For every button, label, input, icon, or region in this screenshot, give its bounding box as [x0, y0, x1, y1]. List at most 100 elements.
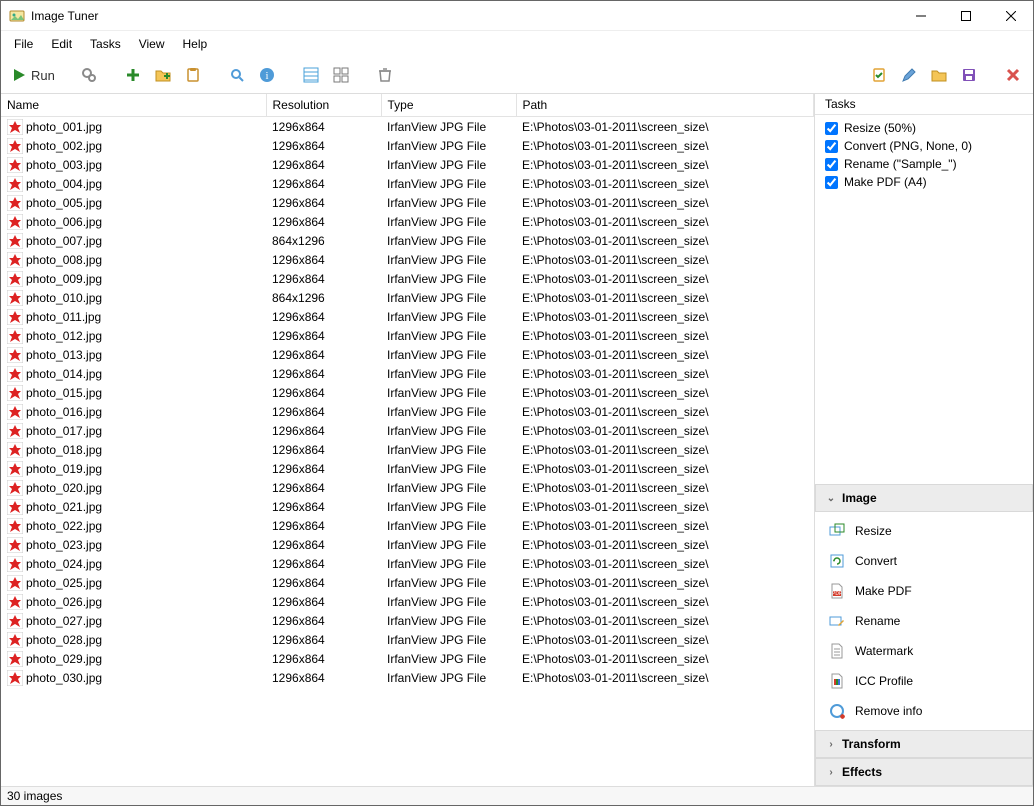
- table-row[interactable]: photo_006.jpg1296x864IrfanView JPG FileE…: [1, 212, 814, 231]
- table-row[interactable]: photo_013.jpg1296x864IrfanView JPG FileE…: [1, 345, 814, 364]
- chevron-down-icon: ⌄: [826, 493, 836, 504]
- table-row[interactable]: photo_023.jpg1296x864IrfanView JPG FileE…: [1, 535, 814, 554]
- jpg-file-icon: [7, 271, 23, 287]
- table-row[interactable]: photo_018.jpg1296x864IrfanView JPG FileE…: [1, 440, 814, 459]
- file-resolution: 1296x864: [266, 136, 381, 155]
- titlebar: Image Tuner: [1, 1, 1033, 31]
- window-maximize-button[interactable]: [943, 1, 988, 30]
- file-resolution: 1296x864: [266, 421, 381, 440]
- accordion-header-effects[interactable]: ›Effects: [815, 758, 1033, 786]
- convert-icon: [829, 553, 845, 569]
- file-resolution: 1296x864: [266, 649, 381, 668]
- info-icon: i: [259, 67, 275, 83]
- task-row[interactable]: Resize (50%): [825, 119, 1023, 137]
- paste-button[interactable]: [179, 61, 207, 89]
- file-list[interactable]: Name Resolution Type Path photo_001.jpg1…: [1, 94, 815, 786]
- file-name: photo_026.jpg: [26, 595, 102, 609]
- search-button[interactable]: [223, 61, 251, 89]
- menu-edit[interactable]: Edit: [42, 33, 81, 55]
- table-row[interactable]: photo_019.jpg1296x864IrfanView JPG FileE…: [1, 459, 814, 478]
- action-watermark[interactable]: Watermark: [815, 636, 1033, 666]
- action-icc-profile[interactable]: ICC Profile: [815, 666, 1033, 696]
- menu-tasks[interactable]: Tasks: [81, 33, 130, 55]
- menubar: File Edit Tasks View Help: [1, 31, 1033, 57]
- add-button[interactable]: [119, 61, 147, 89]
- pencil-icon: [901, 67, 917, 83]
- accordion-header-transform[interactable]: ›Transform: [815, 730, 1033, 758]
- table-row[interactable]: photo_020.jpg1296x864IrfanView JPG FileE…: [1, 478, 814, 497]
- table-row[interactable]: photo_002.jpg1296x864IrfanView JPG FileE…: [1, 136, 814, 155]
- column-header-path[interactable]: Path: [516, 94, 814, 117]
- table-row[interactable]: photo_027.jpg1296x864IrfanView JPG FileE…: [1, 611, 814, 630]
- column-header-type[interactable]: Type: [381, 94, 516, 117]
- table-row[interactable]: photo_003.jpg1296x864IrfanView JPG FileE…: [1, 155, 814, 174]
- action-make-pdf[interactable]: PDFMake PDF: [815, 576, 1033, 606]
- play-icon: [11, 67, 27, 83]
- table-row[interactable]: photo_008.jpg1296x864IrfanView JPG FileE…: [1, 250, 814, 269]
- accordion-header-image[interactable]: ⌄Image: [815, 484, 1033, 512]
- table-row[interactable]: photo_016.jpg1296x864IrfanView JPG FileE…: [1, 402, 814, 421]
- task-edit-button[interactable]: [895, 61, 923, 89]
- task-remove-button[interactable]: [999, 61, 1027, 89]
- column-header-resolution[interactable]: Resolution: [266, 94, 381, 117]
- table-row[interactable]: photo_005.jpg1296x864IrfanView JPG FileE…: [1, 193, 814, 212]
- file-name: photo_024.jpg: [26, 557, 102, 571]
- settings-button[interactable]: [75, 61, 103, 89]
- file-name: photo_013.jpg: [26, 348, 102, 362]
- action-label: ICC Profile: [855, 674, 913, 688]
- table-row[interactable]: photo_026.jpg1296x864IrfanView JPG FileE…: [1, 592, 814, 611]
- column-header-name[interactable]: Name: [1, 94, 266, 117]
- file-path: E:\Photos\03-01-2011\screen_size\: [516, 611, 814, 630]
- task-checkbox[interactable]: [825, 122, 838, 135]
- task-row[interactable]: Make PDF (A4): [825, 173, 1023, 191]
- table-row[interactable]: photo_028.jpg1296x864IrfanView JPG FileE…: [1, 630, 814, 649]
- action-remove-info[interactable]: Remove info: [815, 696, 1033, 726]
- task-check-button[interactable]: [865, 61, 893, 89]
- task-checkbox[interactable]: [825, 176, 838, 189]
- task-checkbox[interactable]: [825, 158, 838, 171]
- table-row[interactable]: photo_001.jpg1296x864IrfanView JPG FileE…: [1, 117, 814, 137]
- task-checkbox[interactable]: [825, 140, 838, 153]
- action-convert[interactable]: Convert: [815, 546, 1033, 576]
- menu-help[interactable]: Help: [174, 33, 217, 55]
- table-row[interactable]: photo_022.jpg1296x864IrfanView JPG FileE…: [1, 516, 814, 535]
- task-open-button[interactable]: [925, 61, 953, 89]
- table-row[interactable]: photo_029.jpg1296x864IrfanView JPG FileE…: [1, 649, 814, 668]
- table-row[interactable]: photo_014.jpg1296x864IrfanView JPG FileE…: [1, 364, 814, 383]
- task-save-button[interactable]: [955, 61, 983, 89]
- app-icon: [9, 8, 25, 24]
- action-resize[interactable]: Resize: [815, 516, 1033, 546]
- table-row[interactable]: photo_015.jpg1296x864IrfanView JPG FileE…: [1, 383, 814, 402]
- add-folder-button[interactable]: [149, 61, 177, 89]
- table-row[interactable]: photo_012.jpg1296x864IrfanView JPG FileE…: [1, 326, 814, 345]
- table-row[interactable]: photo_030.jpg1296x864IrfanView JPG FileE…: [1, 668, 814, 687]
- action-rename[interactable]: Rename: [815, 606, 1033, 636]
- table-row[interactable]: photo_021.jpg1296x864IrfanView JPG FileE…: [1, 497, 814, 516]
- info-button[interactable]: i: [253, 61, 281, 89]
- view-details-button[interactable]: [297, 61, 325, 89]
- task-row[interactable]: Convert (PNG, None, 0): [825, 137, 1023, 155]
- table-row[interactable]: photo_011.jpg1296x864IrfanView JPG FileE…: [1, 307, 814, 326]
- gears-icon: [81, 67, 97, 83]
- file-name: photo_015.jpg: [26, 386, 102, 400]
- table-row[interactable]: photo_004.jpg1296x864IrfanView JPG FileE…: [1, 174, 814, 193]
- menu-view[interactable]: View: [130, 33, 174, 55]
- table-row[interactable]: photo_024.jpg1296x864IrfanView JPG FileE…: [1, 554, 814, 573]
- run-button[interactable]: Run: [7, 61, 59, 89]
- window-close-button[interactable]: [988, 1, 1033, 30]
- file-name: photo_019.jpg: [26, 462, 102, 476]
- task-row[interactable]: Rename ("Sample_"): [825, 155, 1023, 173]
- view-thumbnails-button[interactable]: [327, 61, 355, 89]
- table-row[interactable]: photo_007.jpg864x1296IrfanView JPG FileE…: [1, 231, 814, 250]
- file-resolution: 1296x864: [266, 117, 381, 137]
- table-row[interactable]: photo_025.jpg1296x864IrfanView JPG FileE…: [1, 573, 814, 592]
- delete-button[interactable]: [371, 61, 399, 89]
- table-row[interactable]: photo_010.jpg864x1296IrfanView JPG FileE…: [1, 288, 814, 307]
- file-path: E:\Photos\03-01-2011\screen_size\: [516, 231, 814, 250]
- table-row[interactable]: photo_009.jpg1296x864IrfanView JPG FileE…: [1, 269, 814, 288]
- menu-file[interactable]: File: [5, 33, 42, 55]
- rename-icon: [829, 613, 845, 629]
- window-minimize-button[interactable]: [898, 1, 943, 30]
- file-name: photo_017.jpg: [26, 424, 102, 438]
- table-row[interactable]: photo_017.jpg1296x864IrfanView JPG FileE…: [1, 421, 814, 440]
